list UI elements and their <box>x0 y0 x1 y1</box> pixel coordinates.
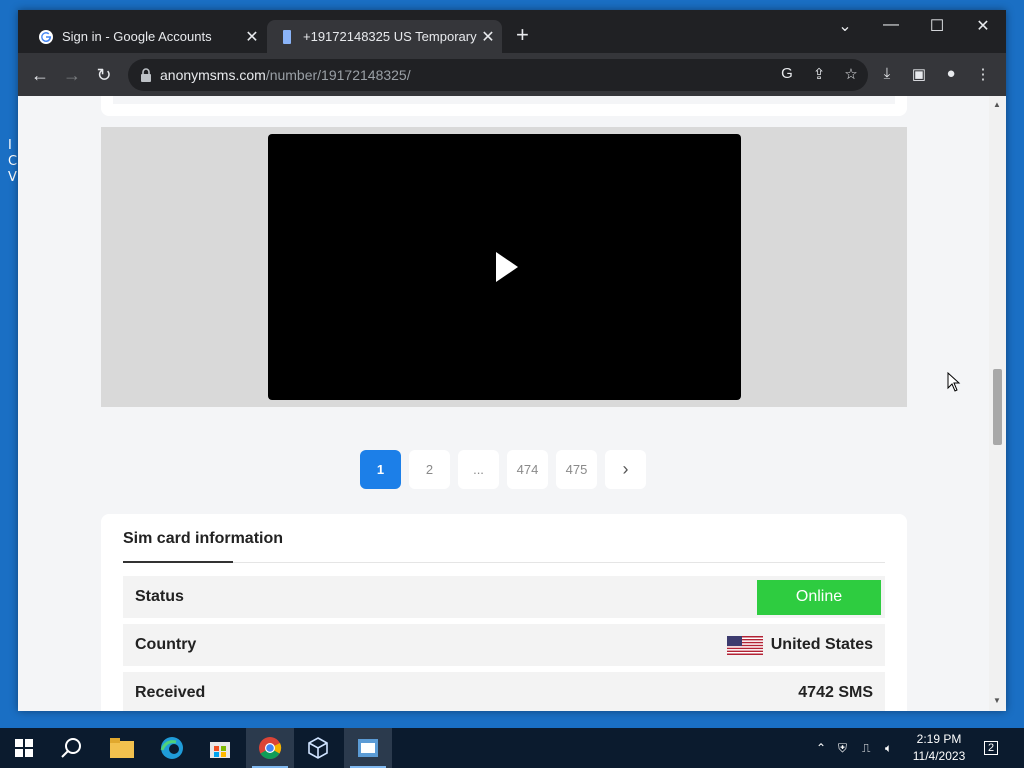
volume-muted-icon[interactable]: 🔈︎ <box>885 728 892 768</box>
page-icon <box>283 29 291 44</box>
previous-card-bottom <box>101 96 907 116</box>
scroll-down-icon[interactable]: ▼ <box>993 696 1001 705</box>
start-windows-icon[interactable] <box>0 728 48 768</box>
download-icon[interactable]: ⤓ <box>878 65 896 83</box>
page-content: 1 2 ... 474 475 › Sim card information S… <box>18 96 989 711</box>
status-label: Status <box>135 588 184 605</box>
search-icon[interactable] <box>48 728 96 768</box>
notification-count: 2 <box>984 741 999 755</box>
show-hidden-icons-chevron[interactable]: ⌃ <box>816 728 826 768</box>
status-badge: Online <box>757 579 881 615</box>
scrollbar-thumb[interactable] <box>993 369 1002 445</box>
chrome-icon[interactable] <box>246 728 294 768</box>
us-flag-icon <box>726 635 763 655</box>
mouse-cursor-icon <box>947 372 961 392</box>
notifications-icon[interactable]: 2 <box>984 728 999 768</box>
taskbar: ⌃ ⛨ ⎍ 🔈︎ 2:19 PM 11/4/2023 2 <box>0 728 1024 768</box>
app-icon[interactable] <box>344 728 392 768</box>
received-value: 4742 SMS <box>798 684 873 701</box>
tab-google-accounts[interactable]: Sign in - Google Accounts ✕ <box>26 20 266 53</box>
title-divider <box>123 562 885 563</box>
status-row: Status Online <box>123 576 885 618</box>
country-value[interactable]: United States <box>726 635 873 655</box>
country-row: Country United States <box>123 624 885 666</box>
scroll-up-icon[interactable]: ▲ <box>993 100 1001 109</box>
url-domain: anonymsms.com <box>160 67 266 83</box>
tab-title: +19172148325 US Temporary N <box>303 29 478 44</box>
minimize-icon[interactable]: — <box>868 16 914 34</box>
lock-icon <box>141 68 151 82</box>
page-button-2[interactable]: 2 <box>409 450 450 489</box>
clock[interactable]: 2:19 PM 11/4/2023 <box>906 731 972 765</box>
next-page-chevron-icon[interactable]: › <box>605 450 646 489</box>
received-row: Received 4742 SMS <box>123 672 885 711</box>
title-underline <box>123 561 233 563</box>
google-lens-icon[interactable]: G <box>778 65 796 83</box>
received-label: Received <box>135 684 206 701</box>
google-icon <box>39 29 53 44</box>
close-tab-icon[interactable]: ✕ <box>242 27 262 47</box>
forward-icon[interactable]: → <box>60 63 84 87</box>
page-button-475[interactable]: 475 <box>556 450 597 489</box>
url-path: /number/19172148325/ <box>265 67 411 83</box>
share-icon[interactable]: ⇪ <box>810 65 828 83</box>
reload-icon[interactable]: ↻ <box>92 63 116 87</box>
desktop-partial-text: ICV <box>8 138 18 185</box>
new-tab-button[interactable]: + <box>516 24 529 46</box>
browser-toolbar: ← → ↻ anonymsms.com/number/19172148325/ … <box>18 53 1006 96</box>
page-button-474[interactable]: 474 <box>507 450 548 489</box>
tab-strip: Sign in - Google Accounts ✕ +19172148325… <box>18 10 1006 53</box>
video-player[interactable] <box>268 134 741 400</box>
tab-search-icon[interactable]: ⌄ <box>822 16 868 36</box>
store-icon[interactable] <box>196 728 244 768</box>
file-explorer-icon[interactable] <box>98 728 146 768</box>
country-label: Country <box>135 636 197 653</box>
pagination: 1 2 ... 474 475 › <box>360 450 646 489</box>
page-scrollbar[interactable]: ▲ ▼ <box>989 96 1006 711</box>
security-icon[interactable]: ⛨ <box>838 728 847 768</box>
close-tab-icon[interactable]: ✕ <box>478 27 498 47</box>
close-window-icon[interactable]: ✕ <box>960 16 1006 36</box>
ad-container <box>101 127 907 407</box>
bookmark-star-icon[interactable]: ☆ <box>842 65 860 83</box>
sim-card-title: Sim card information <box>123 530 284 547</box>
tab-title: Sign in - Google Accounts <box>62 29 212 44</box>
profile-icon[interactable]: ● <box>942 65 960 83</box>
menu-icon[interactable]: ⋮ <box>974 65 992 83</box>
maximize-icon[interactable]: ☐ <box>914 16 960 36</box>
side-panel-icon[interactable]: ▣ <box>910 65 928 83</box>
virtualbox-icon[interactable] <box>294 728 342 768</box>
sim-card-info: Sim card information Status Online Count… <box>101 514 907 711</box>
card-inner <box>113 96 895 104</box>
address-bar[interactable]: anonymsms.com/number/19172148325/ G ⇪ ☆ <box>128 59 868 91</box>
back-icon[interactable]: ← <box>28 63 52 87</box>
network-icon[interactable]: ⎍ <box>862 728 870 768</box>
url-text: anonymsms.com/number/19172148325/ <box>160 67 411 83</box>
tab-anonymsms[interactable]: +19172148325 US Temporary N ✕ <box>267 20 502 53</box>
clock-time: 2:19 PM <box>916 732 962 746</box>
play-icon[interactable] <box>496 252 518 282</box>
clock-date: 11/4/2023 <box>912 749 966 763</box>
browser-window: Sign in - Google Accounts ✕ +19172148325… <box>18 10 1006 711</box>
country-name[interactable]: United States <box>771 636 873 654</box>
page-ellipsis: ... <box>458 450 499 489</box>
page-button-1[interactable]: 1 <box>360 450 401 489</box>
edge-icon[interactable] <box>148 728 196 768</box>
